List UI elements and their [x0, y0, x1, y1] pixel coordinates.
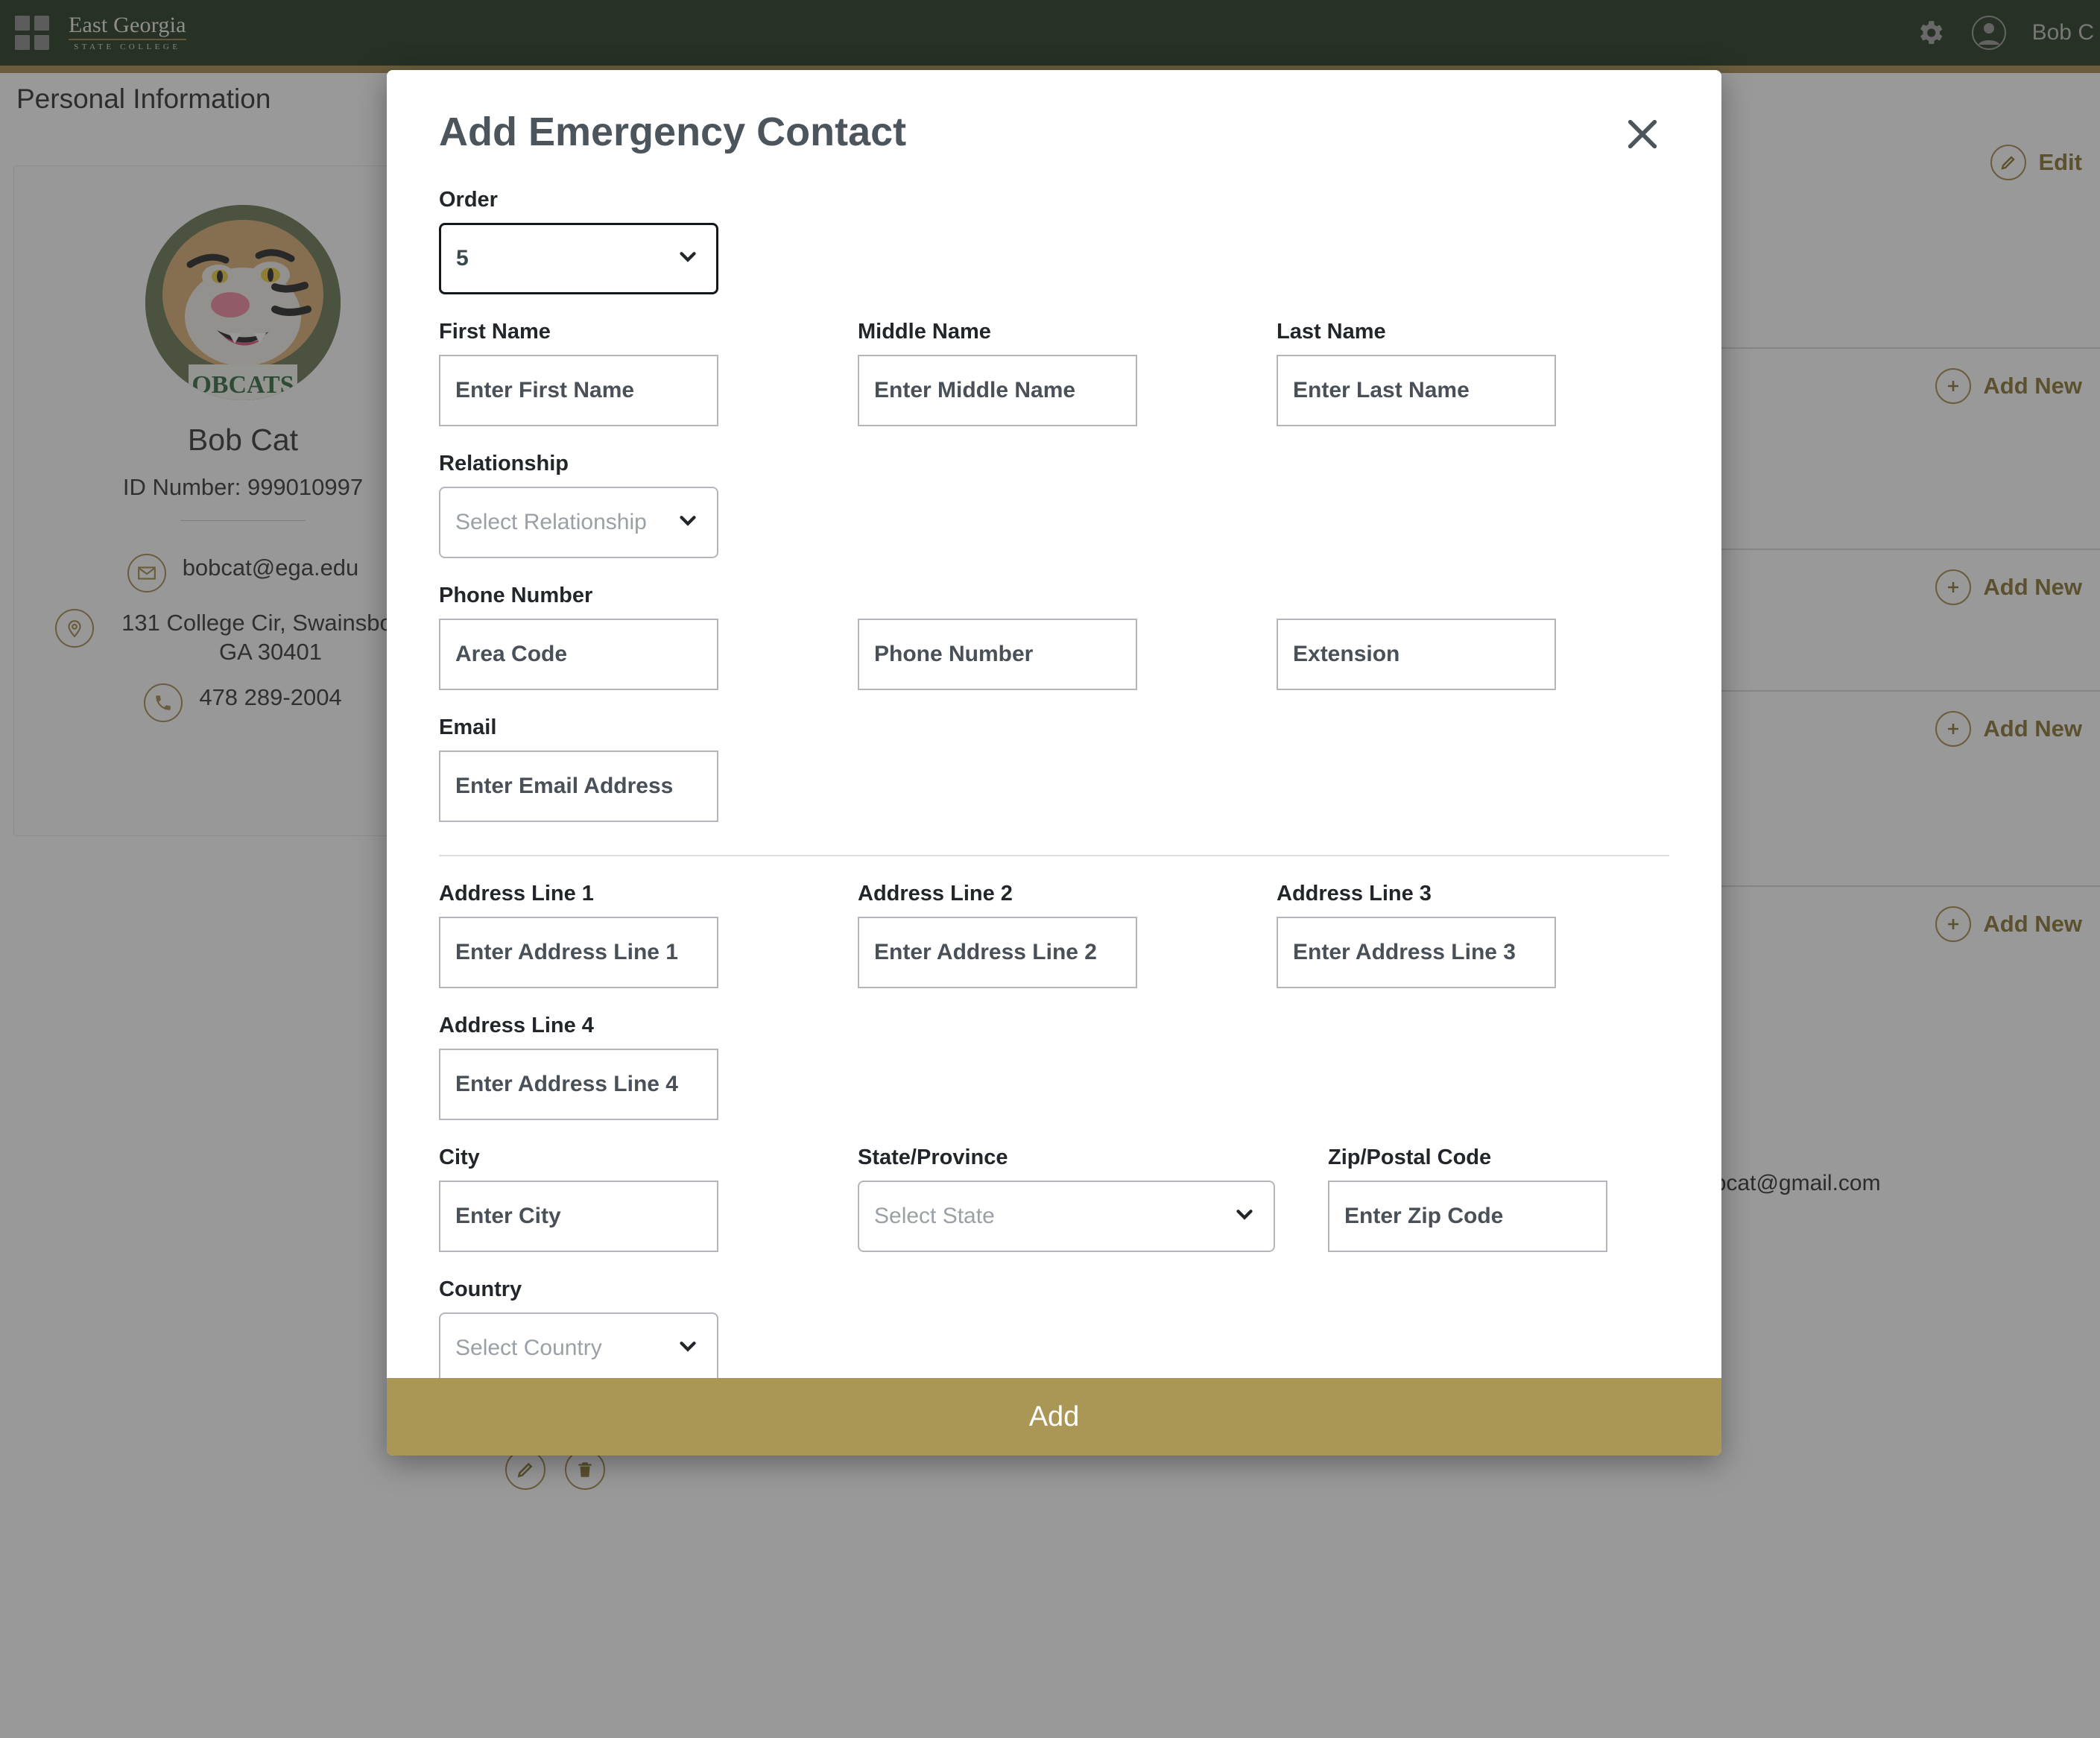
close-icon[interactable]	[1622, 113, 1663, 155]
area-code-input[interactable]	[439, 619, 718, 690]
relationship-group: Relationship Select Relationship	[439, 452, 1669, 558]
address3-group: Address Line 3	[1277, 882, 1556, 988]
order-label: Order	[439, 188, 498, 212]
order-field-group: Order 5	[439, 188, 1669, 294]
address1-input[interactable]	[439, 917, 718, 988]
phone-number-group	[858, 619, 1137, 690]
city-input[interactable]	[439, 1181, 718, 1252]
email-group: Email	[439, 715, 1669, 822]
country-select[interactable]: Select Country	[439, 1312, 718, 1378]
order-select-wrap: 5	[439, 223, 718, 294]
address2-label: Address Line 2	[858, 882, 1013, 906]
state-select-wrap: Select State	[858, 1181, 1275, 1252]
last-name-input[interactable]	[1277, 355, 1556, 426]
extension-group	[1277, 619, 1556, 690]
area-code-group	[439, 619, 718, 690]
modal-body: Add Emergency Contact Order 5 First Name	[387, 70, 1721, 1378]
phone-group: Phone Number	[439, 584, 1669, 690]
address1-label: Address Line 1	[439, 882, 594, 906]
section-divider	[439, 855, 1669, 856]
first-name-group: First Name	[439, 320, 718, 426]
address4-input[interactable]	[439, 1049, 718, 1120]
phone-number-input[interactable]	[858, 619, 1137, 690]
city-label: City	[439, 1146, 480, 1169]
email-input[interactable]	[439, 750, 718, 822]
relationship-select[interactable]: Select Relationship	[439, 487, 718, 558]
add-button[interactable]: Add	[387, 1378, 1721, 1456]
state-select[interactable]: Select State	[858, 1181, 1275, 1252]
relationship-label: Relationship	[439, 452, 569, 475]
last-name-group: Last Name	[1277, 320, 1556, 426]
relationship-select-wrap: Select Relationship	[439, 487, 718, 558]
email-label: Email	[439, 715, 497, 739]
country-label: Country	[439, 1277, 522, 1301]
address2-group: Address Line 2	[858, 882, 1137, 988]
first-name-label: First Name	[439, 320, 551, 344]
address3-input[interactable]	[1277, 917, 1556, 988]
middle-name-group: Middle Name	[858, 320, 1137, 426]
modal-header: Add Emergency Contact	[439, 70, 1669, 155]
zip-group: Zip/Postal Code	[1328, 1146, 1607, 1252]
address1-group: Address Line 1	[439, 882, 718, 988]
address-row-1: Address Line 1 Address Line 2 Address Li…	[439, 882, 1669, 988]
middle-name-input[interactable]	[858, 355, 1137, 426]
zip-input[interactable]	[1328, 1181, 1607, 1252]
address4-label: Address Line 4	[439, 1014, 594, 1037]
city-state-zip-row: City State/Province Select State Zip/Pos…	[439, 1146, 1669, 1252]
zip-label: Zip/Postal Code	[1328, 1146, 1492, 1169]
first-name-input[interactable]	[439, 355, 718, 426]
address2-input[interactable]	[858, 917, 1137, 988]
address3-label: Address Line 3	[1277, 882, 1432, 906]
state-label: State/Province	[858, 1146, 1008, 1169]
city-group: City	[439, 1146, 718, 1252]
name-fields-row: First Name Middle Name Last Name	[439, 320, 1669, 426]
extension-input[interactable]	[1277, 619, 1556, 690]
last-name-label: Last Name	[1277, 320, 1386, 344]
country-group: Country Select Country	[439, 1277, 1669, 1378]
order-select[interactable]: 5	[439, 223, 718, 294]
modal-title: Add Emergency Contact	[439, 110, 907, 154]
address4-group: Address Line 4	[439, 1014, 1669, 1120]
country-select-wrap: Select Country	[439, 1312, 718, 1378]
middle-name-label: Middle Name	[858, 320, 991, 344]
state-group: State/Province Select State	[858, 1146, 1275, 1252]
add-emergency-contact-modal: Add Emergency Contact Order 5 First Name	[387, 70, 1721, 1456]
phone-number-label: Phone Number	[439, 584, 593, 607]
